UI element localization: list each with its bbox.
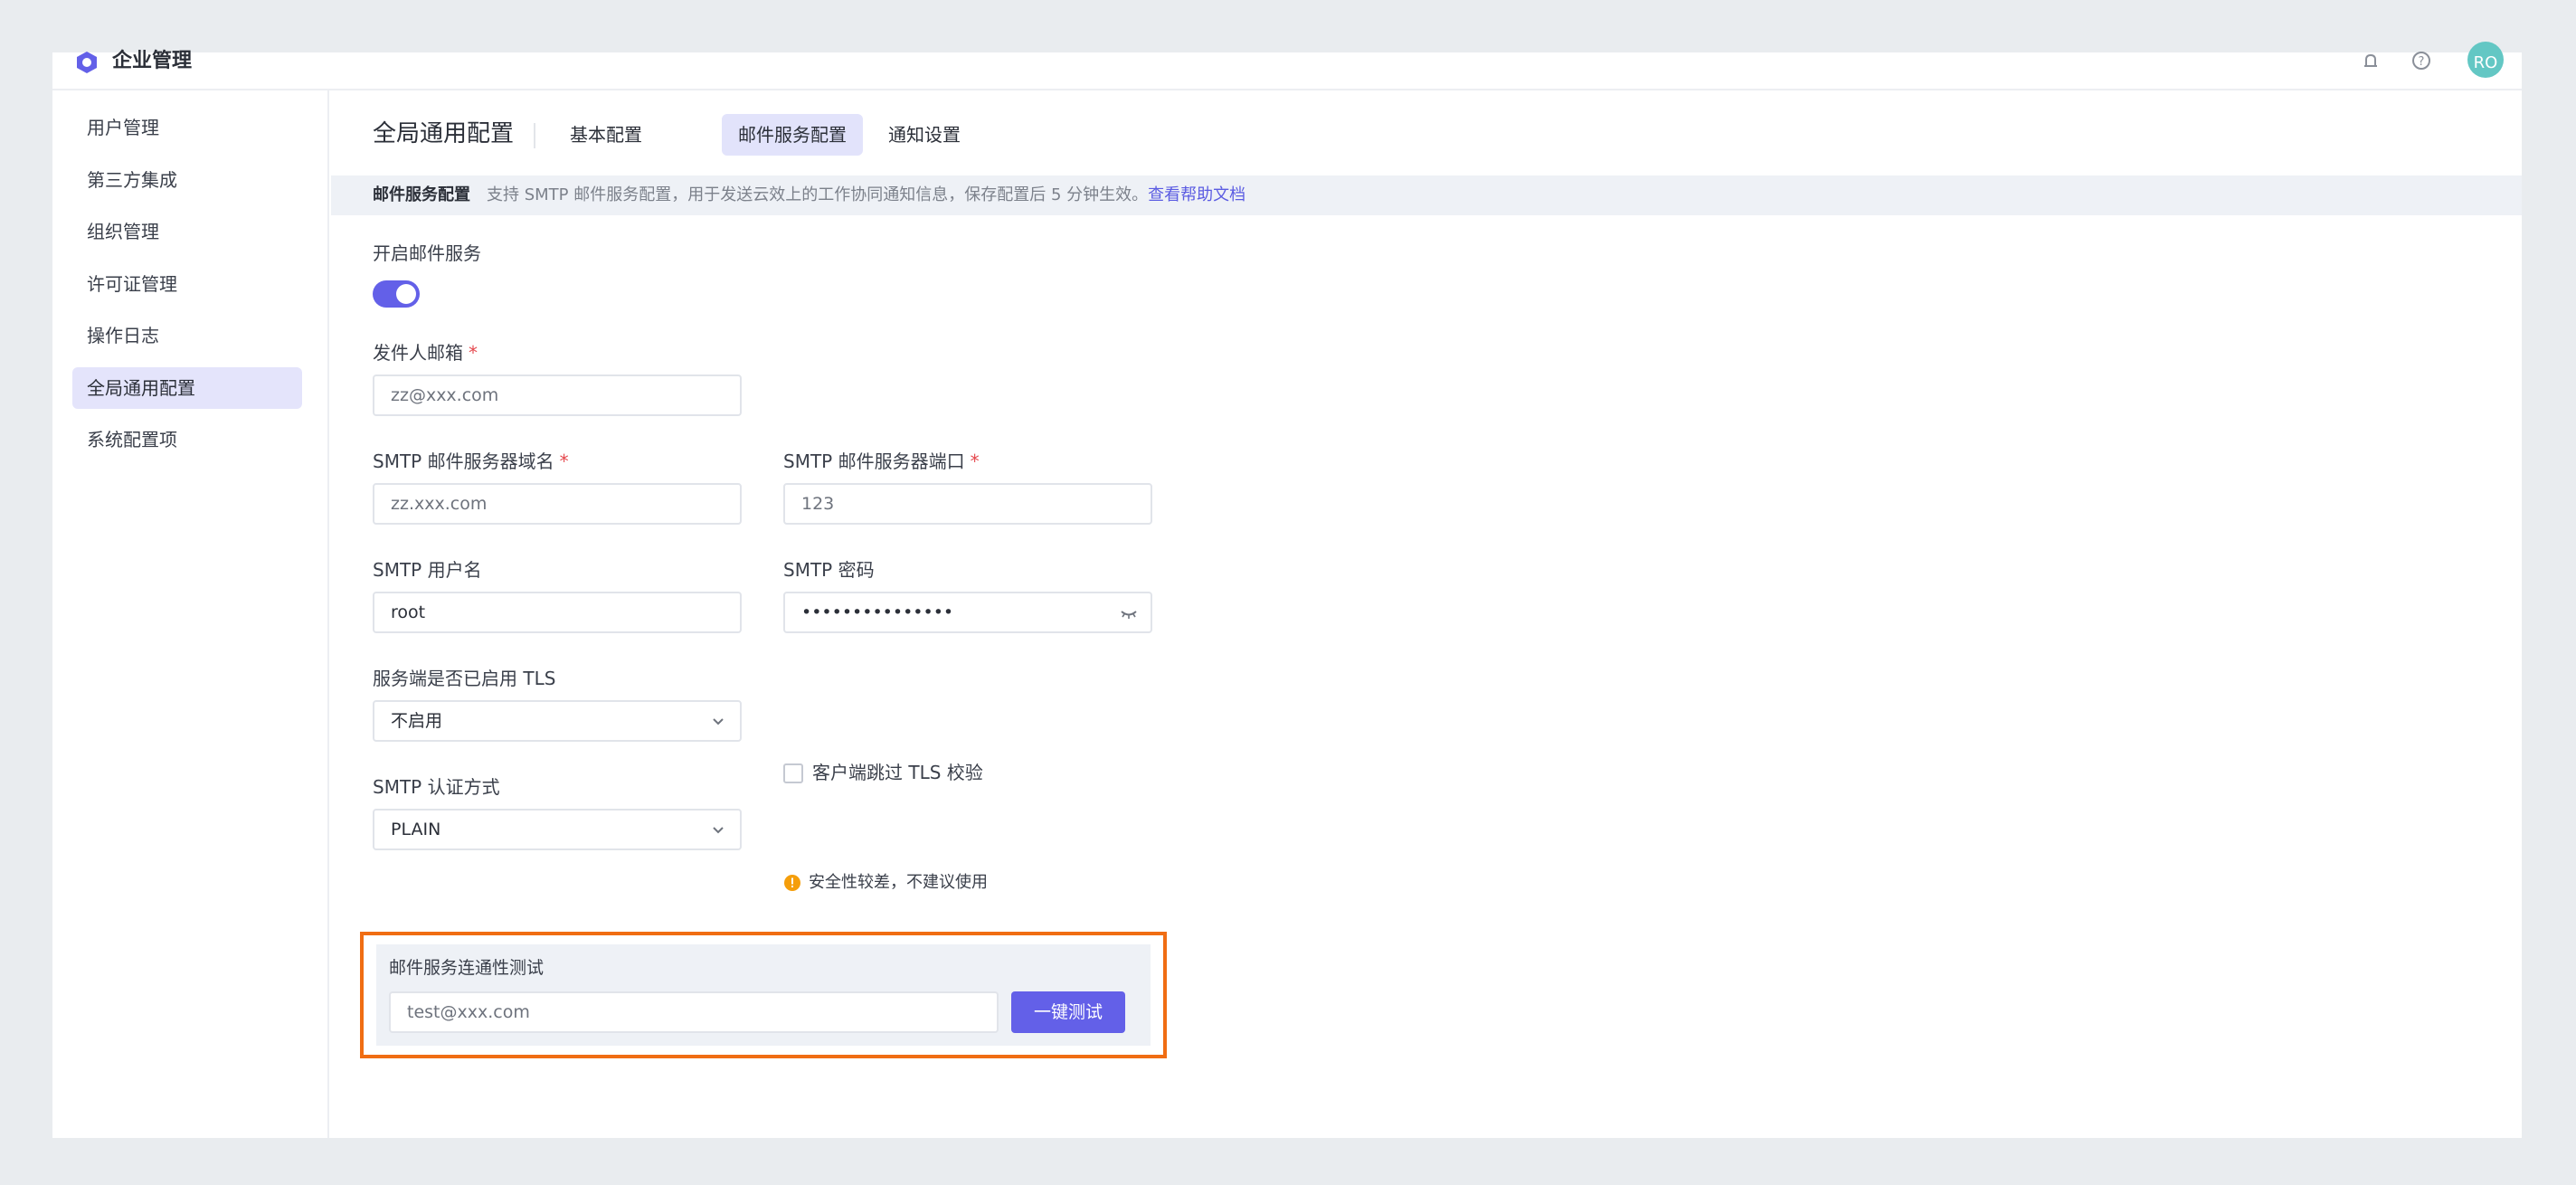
tab-notification-settings[interactable]: 通知设置 — [872, 114, 977, 156]
sidebar-item-license[interactable]: 许可证管理 — [72, 263, 302, 305]
sidebar-item-system-config[interactable]: 系统配置项 — [72, 419, 302, 460]
auth-method-value: PLAIN — [391, 820, 441, 839]
bell-icon[interactable] — [2359, 51, 2382, 74]
toggle-knob — [396, 284, 416, 304]
required-mark: * — [970, 450, 980, 472]
svg-text:?: ? — [2419, 55, 2425, 69]
skip-tls-checkbox[interactable] — [783, 763, 803, 783]
smtp-port-label-text: SMTP 邮件服务器端口 — [783, 450, 965, 472]
tls-select[interactable]: 不启用 — [373, 700, 742, 742]
auth-method-label: SMTP 认证方式 — [373, 776, 500, 798]
connectivity-test-panel: 邮件服务连通性测试 test@xxx.com 一键测试 — [376, 944, 1151, 1046]
smtp-port-label: SMTP 邮件服务器端口 * — [783, 449, 980, 474]
help-doc-link[interactable]: 查看帮助文档 — [1148, 185, 1245, 204]
smtp-password-input[interactable]: ••••••••••••••• — [783, 592, 1152, 633]
sender-email-label: 发件人邮箱 * — [373, 340, 478, 365]
tls-label: 服务端是否已启用 TLS — [373, 668, 556, 689]
tab-basic-config[interactable]: 基本配置 — [554, 114, 658, 156]
sidebar-item-operation-log[interactable]: 操作日志 — [72, 315, 302, 356]
smtp-password-value: ••••••••••••••• — [801, 602, 954, 622]
top-bar: 企业管理 ? RO — [52, 42, 2522, 90]
smtp-port-input[interactable]: 123 — [783, 483, 1152, 525]
tls-select-value: 不启用 — [391, 711, 443, 731]
skip-tls-label: 客户端跳过 TLS 校验 — [812, 762, 983, 783]
smtp-user-label: SMTP 用户名 — [373, 559, 482, 581]
tab-mail-service-config[interactable]: 邮件服务配置 — [722, 114, 863, 156]
required-mark: * — [559, 450, 569, 472]
sender-email-label-text: 发件人邮箱 — [373, 342, 463, 364]
chevron-down-icon — [713, 718, 724, 725]
info-bar-title: 邮件服务配置 — [373, 185, 470, 204]
auth-warning-text: 安全性较差，不建议使用 — [809, 873, 988, 892]
warning-icon — [784, 875, 800, 891]
main-content: 全局通用配置 基本配置 邮件服务配置 通知设置 邮件服务配置 支持 SMTP 邮件… — [331, 90, 2522, 1138]
app-logo-icon — [77, 52, 97, 73]
eye-closed-icon[interactable] — [1120, 604, 1138, 622]
app-window: 企业管理 ? RO 用户管理 第三方集成 组织管理 许可证管理 操作日志 全局通… — [52, 42, 2522, 1138]
connectivity-test-label: 邮件服务连通性测试 — [389, 958, 545, 978]
sidebar-item-users[interactable]: 用户管理 — [72, 107, 302, 148]
info-bar: 邮件服务配置 支持 SMTP 邮件服务配置，用于发送云效上的工作协同通知信息，保存… — [331, 175, 2522, 215]
sidebar-item-global-config[interactable]: 全局通用配置 — [72, 367, 302, 409]
avatar[interactable]: RO — [2467, 42, 2504, 78]
smtp-host-label-text: SMTP 邮件服务器域名 — [373, 450, 554, 472]
one-click-test-button[interactable]: 一键测试 — [1011, 991, 1125, 1033]
title-divider — [534, 123, 535, 148]
connectivity-test-highlight: 邮件服务连通性测试 test@xxx.com 一键测试 — [360, 932, 1167, 1058]
smtp-host-input[interactable]: zz.xxx.com — [373, 483, 742, 525]
smtp-host-label: SMTP 邮件服务器域名 * — [373, 449, 569, 474]
required-mark: * — [469, 342, 478, 364]
smtp-password-label: SMTP 密码 — [783, 559, 875, 581]
sidebar: 用户管理 第三方集成 组织管理 许可证管理 操作日志 全局通用配置 系统配置项 — [52, 90, 329, 1138]
smtp-user-input[interactable]: root — [373, 592, 742, 633]
chevron-down-icon — [713, 827, 724, 834]
info-bar-description: 支持 SMTP 邮件服务配置，用于发送云效上的工作协同通知信息，保存配置后 5 … — [487, 185, 1149, 204]
page-title: 全局通用配置 — [373, 120, 515, 147]
enable-mail-label: 开启邮件服务 — [373, 242, 481, 264]
app-title: 企业管理 — [112, 50, 193, 72]
sender-email-input[interactable]: zz@xxx.com — [373, 374, 742, 416]
sidebar-item-organization[interactable]: 组织管理 — [72, 211, 302, 252]
auth-method-select[interactable]: PLAIN — [373, 809, 742, 850]
sidebar-item-integrations[interactable]: 第三方集成 — [72, 159, 302, 201]
test-email-input[interactable]: test@xxx.com — [389, 991, 999, 1033]
help-icon[interactable]: ? — [2410, 51, 2433, 74]
enable-mail-toggle[interactable] — [373, 280, 420, 308]
